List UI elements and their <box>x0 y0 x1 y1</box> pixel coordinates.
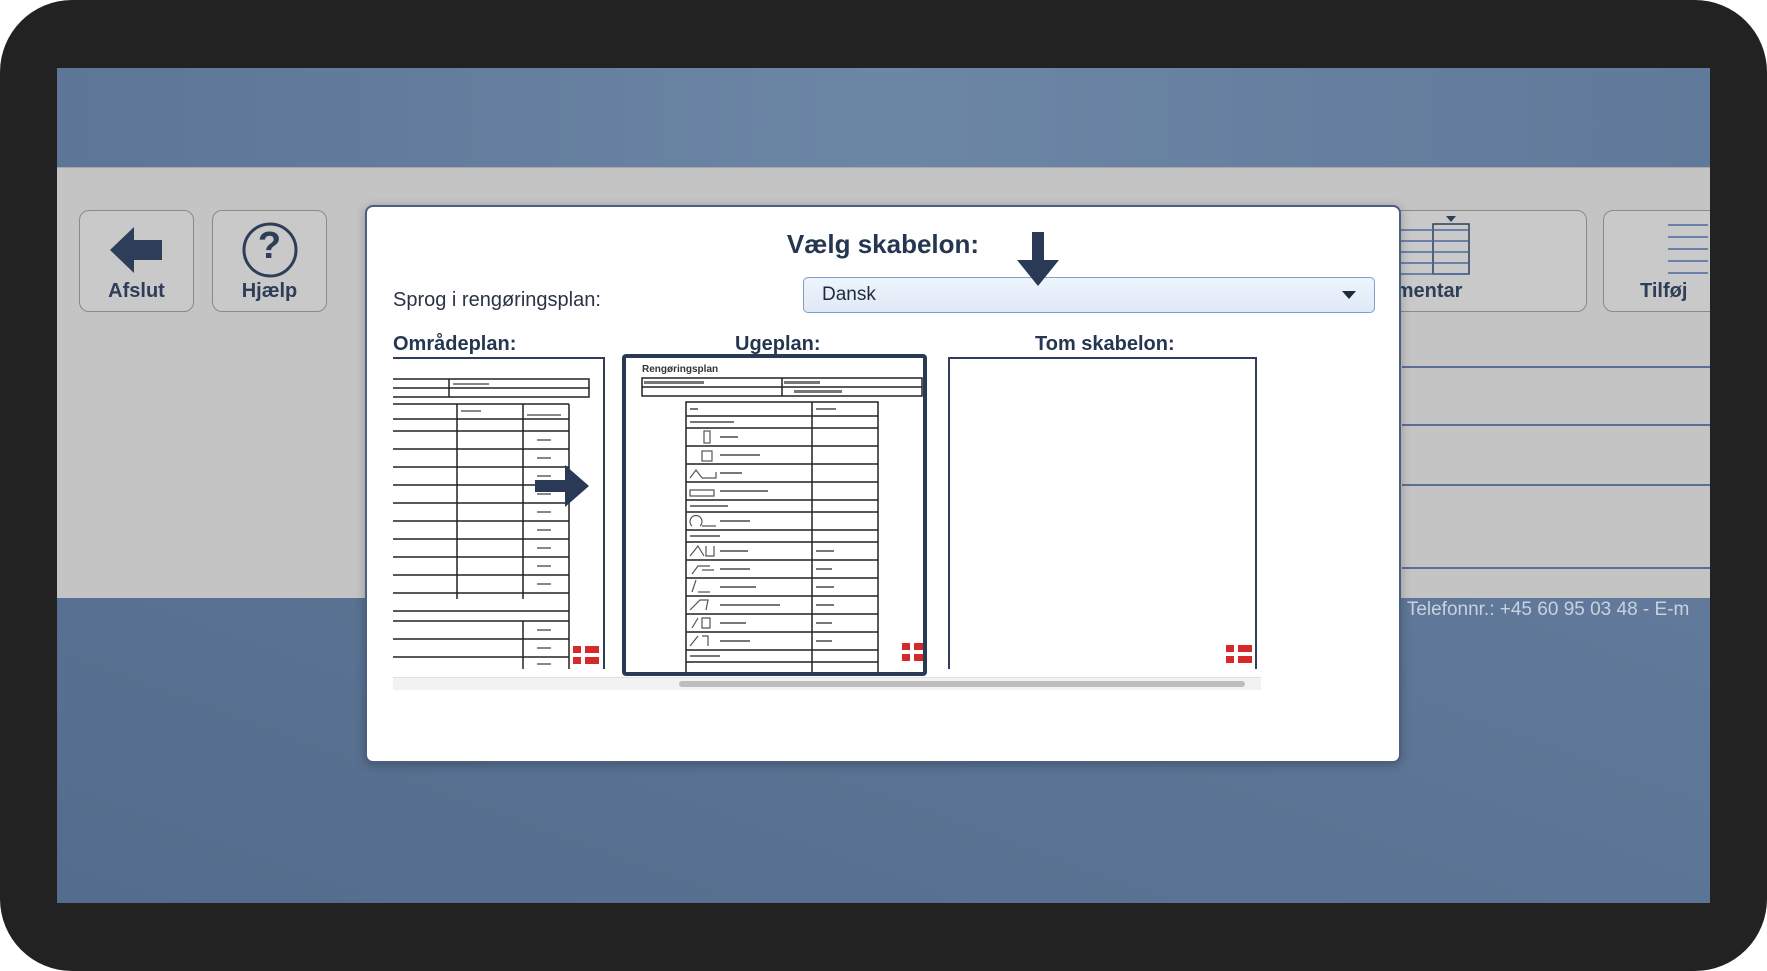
list-divider <box>1402 424 1710 426</box>
list-divider <box>1402 366 1710 368</box>
add-button[interactable]: Tilføj <box>1603 210 1710 312</box>
chevron-down-icon <box>1342 291 1356 299</box>
top-bar <box>57 68 1710 167</box>
danish-flag-icon <box>573 646 599 664</box>
help-button[interactable]: ? Hjælp <box>212 210 327 312</box>
help-label: Hjælp <box>241 280 298 302</box>
template-dialog: Vælg skabelon: Sprog i rengøringsplan: D… <box>365 205 1401 763</box>
danish-flag-icon <box>902 643 923 661</box>
template-omraadeplan[interactable] <box>393 357 605 669</box>
back-arrow-icon <box>110 227 162 273</box>
list-divider <box>1402 484 1710 486</box>
template-tom[interactable] <box>948 357 1257 669</box>
exit-label: Afslut <box>108 280 165 302</box>
template-label-omraadeplan: Områdeplan: <box>393 333 517 355</box>
template-label-ugeplan: Ugeplan: <box>735 333 821 355</box>
table-icon <box>1668 224 1708 274</box>
device-frame: Afslut ? Hjælp Tilføj kommentar <box>0 0 1767 971</box>
scrollbar-thumb[interactable] <box>679 681 1245 687</box>
danish-flag-icon <box>1226 645 1252 663</box>
annotation-arrow-down-icon <box>1017 232 1059 286</box>
list-divider <box>1402 567 1710 569</box>
template-ugeplan[interactable]: Rengøringsplan <box>622 354 927 676</box>
add-label: Tilføj <box>1640 280 1688 302</box>
help-symbol: ? <box>257 225 282 267</box>
language-label: Sprog i rengøringsplan: <box>393 289 601 311</box>
app-screen: Afslut ? Hjælp Tilføj kommentar <box>57 68 1710 903</box>
exit-button[interactable]: Afslut <box>79 210 194 312</box>
language-value: Dansk <box>822 284 876 305</box>
ugeplan-preview <box>641 377 923 672</box>
annotation-arrow-right-icon <box>535 465 589 507</box>
horizontal-scrollbar[interactable] <box>393 677 1261 690</box>
template-label-tom: Tom skabelon: <box>1035 333 1175 355</box>
language-select[interactable]: Dansk <box>803 277 1375 313</box>
dialog-title: Vælg skabelon: <box>786 229 980 259</box>
ugeplan-preview-title: Rengøringsplan <box>642 364 719 375</box>
footer-contact: / - Telefonnr.: +45 60 95 03 48 - E-m <box>1385 599 1690 620</box>
omraadeplan-preview <box>393 378 590 669</box>
